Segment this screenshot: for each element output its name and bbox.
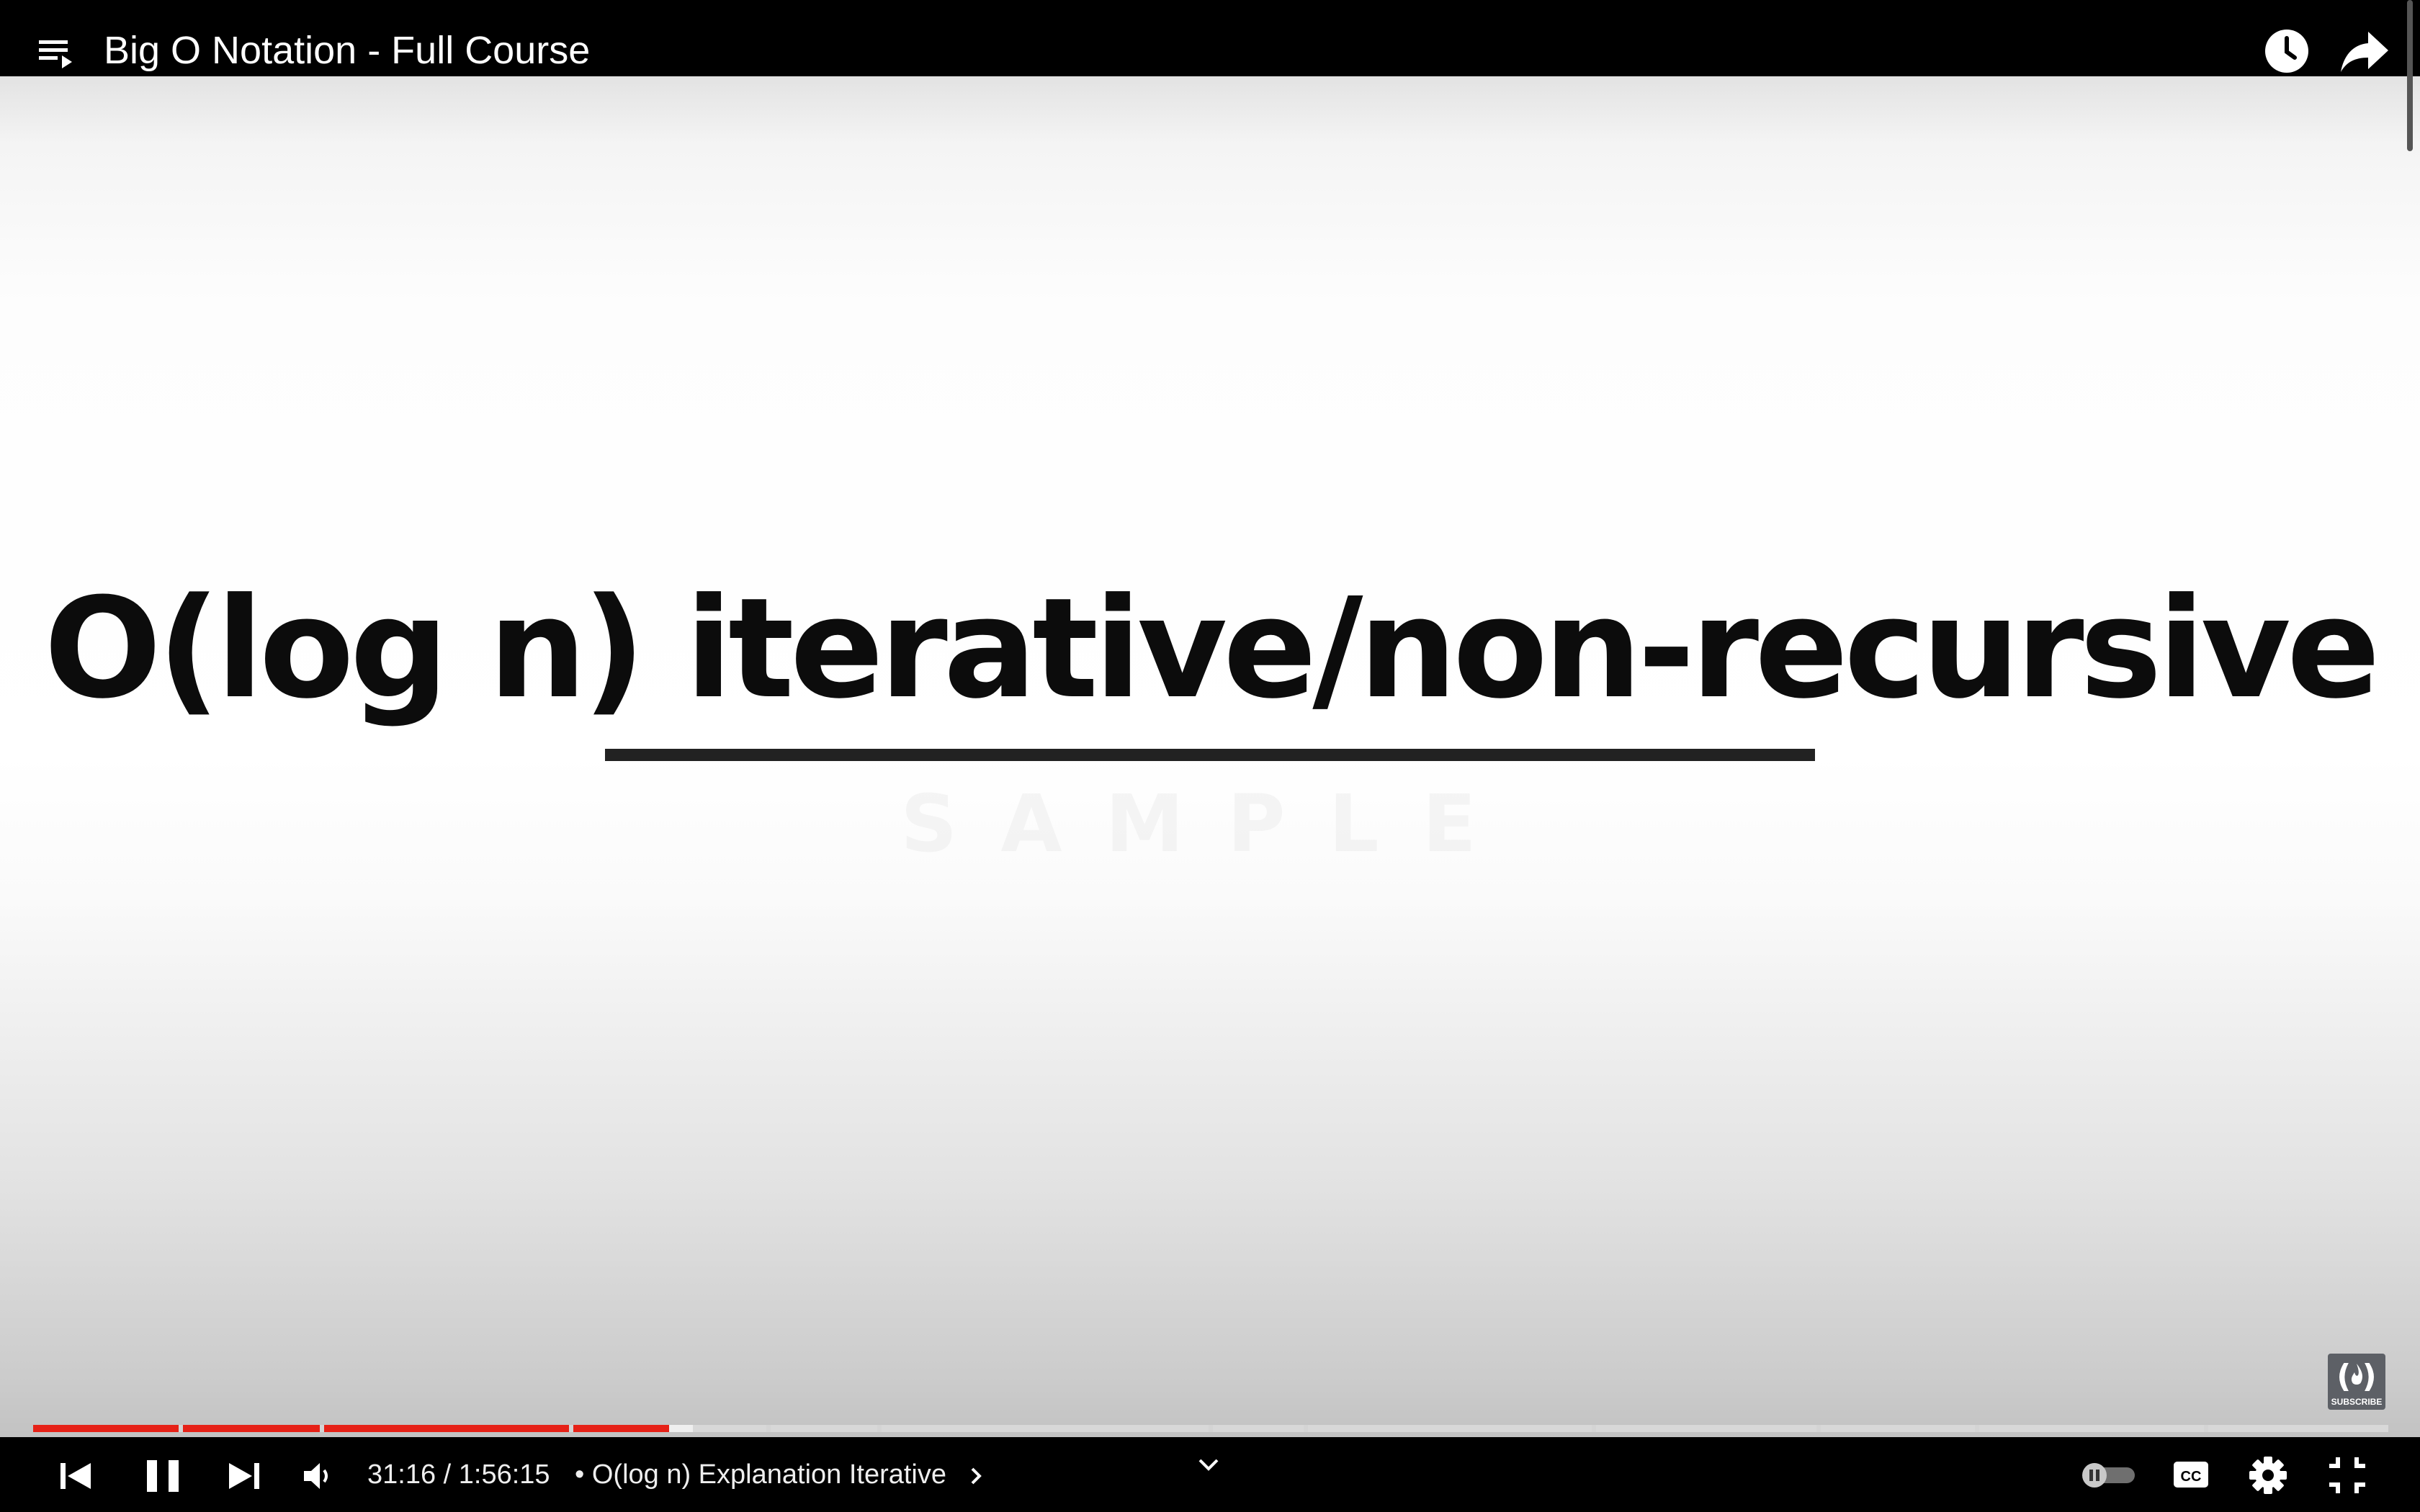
channel-branding[interactable]: ( ) SUBSCRIBE (2328, 1354, 2385, 1410)
progress-played (33, 1425, 669, 1432)
chapter-marker (179, 1425, 183, 1432)
top-bar: Big O Notation - Full Course (0, 0, 2420, 76)
chapter-marker (569, 1425, 573, 1432)
chapter-marker (1304, 1425, 1308, 1432)
skip-next-icon[interactable] (222, 1453, 265, 1499)
pause-icon[interactable] (141, 1453, 184, 1499)
time-total: 1:56:15 (458, 1459, 550, 1490)
subscribe-label: SUBSCRIBE (2331, 1397, 2383, 1407)
chapter-marker (320, 1425, 324, 1432)
gear-icon[interactable] (2246, 1453, 2290, 1498)
playlist-icon[interactable] (37, 36, 78, 76)
share-arrow-icon[interactable] (2338, 26, 2391, 76)
player-controls: 31:16 / 1:56:15 • O(log n) Explanation I… (0, 1437, 2420, 1512)
svg-text:CC: CC (2181, 1469, 2202, 1485)
video-title[interactable]: Big O Notation - Full Course (104, 24, 590, 76)
autoplay-toggle-icon[interactable] (2077, 1460, 2141, 1490)
time-current: 31:16 (367, 1459, 436, 1490)
chapter-marker (766, 1425, 771, 1432)
clock-icon[interactable] (2262, 26, 2312, 76)
slide-title: O(log n) iterative/non-recursive (44, 569, 2380, 729)
chevron-right-icon[interactable] (969, 1464, 984, 1488)
chapter-marker (1975, 1425, 1979, 1432)
exit-fullscreen-icon[interactable] (2325, 1453, 2370, 1498)
chapter-marker (877, 1425, 882, 1432)
chapter-marker (2204, 1425, 2208, 1432)
progress-bar[interactable] (33, 1425, 2388, 1432)
volume-icon[interactable] (298, 1456, 339, 1496)
closed-captions-icon[interactable]: CC (2172, 1456, 2210, 1493)
slide-watermark: SAMPLE (0, 778, 2420, 870)
skip-previous-icon[interactable] (55, 1453, 98, 1499)
chapter-marker (1209, 1425, 1213, 1432)
chevron-down-icon[interactable] (1193, 1454, 1224, 1476)
slide-underline (605, 749, 1815, 761)
time-display: 31:16 / 1:56:15 (367, 1454, 550, 1495)
chapter-marker (1592, 1425, 1596, 1432)
video-frame[interactable]: SAMPLE O(log n) iterative/non-recursive (0, 0, 2420, 1512)
chapter-title-button[interactable]: • O(log n) Explanation Iterative (575, 1454, 946, 1495)
time-separator: / (436, 1459, 459, 1490)
scrollbar[interactable] (2407, 0, 2413, 151)
chapter-marker (1816, 1425, 1821, 1432)
